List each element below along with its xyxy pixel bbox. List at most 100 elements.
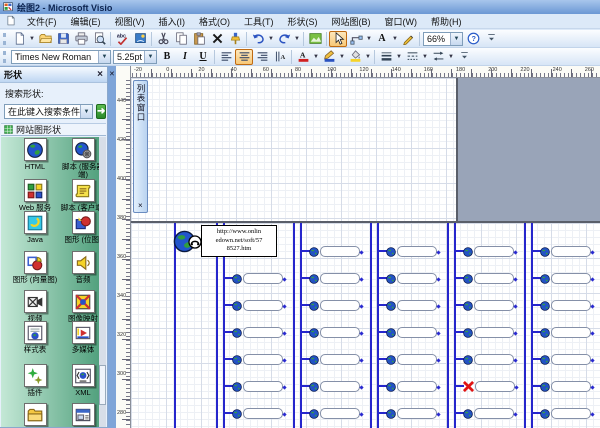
toolbar-options-button[interactable]	[482, 31, 500, 47]
stencil-shape-archive[interactable]: 存档	[11, 403, 59, 427]
page-node[interactable]	[309, 408, 360, 419]
spelling-button[interactable]: abc	[113, 31, 131, 47]
page-node[interactable]	[463, 408, 514, 419]
font-color-button-dropdown[interactable]: ▼	[312, 49, 320, 65]
underline-button[interactable]: U	[194, 49, 212, 65]
page-node[interactable]	[463, 327, 514, 338]
toolbar-grip[interactable]	[3, 51, 7, 63]
page-node[interactable]	[463, 273, 514, 284]
line-ends-button[interactable]	[429, 49, 447, 65]
line-color-button[interactable]	[320, 49, 338, 65]
bold-button[interactable]: B	[158, 49, 176, 65]
page-node[interactable]	[232, 273, 283, 284]
chevron-down-icon[interactable]: ▼	[98, 51, 110, 63]
stencil-shape-script-client[interactable]: 脚本 (客户端)	[59, 179, 99, 212]
page-node[interactable]	[386, 327, 437, 338]
search-go-button[interactable]: ➜	[96, 104, 106, 119]
research-button[interactable]	[131, 31, 149, 47]
close-icon[interactable]: ×	[97, 70, 103, 80]
align-center-button[interactable]	[235, 49, 253, 65]
stencil-shape-multimedia[interactable]: 多媒体	[59, 321, 99, 354]
line-pattern-button[interactable]	[403, 49, 421, 65]
menu-item[interactable]: 插入(I)	[152, 14, 193, 29]
zoom-combo[interactable]: 66%▼	[423, 32, 463, 46]
page-node[interactable]	[540, 327, 591, 338]
page-node[interactable]	[463, 354, 514, 365]
page-node[interactable]	[540, 408, 591, 419]
line-ends-button-dropdown[interactable]: ▼	[447, 49, 455, 65]
insert-picture-button[interactable]	[306, 31, 324, 47]
save-button[interactable]	[54, 31, 72, 47]
close-icon[interactable]: ✕	[109, 70, 115, 78]
page-node[interactable]	[463, 246, 514, 257]
page-node[interactable]	[309, 327, 360, 338]
page-node[interactable]	[309, 300, 360, 311]
delete-button[interactable]	[208, 31, 226, 47]
menu-item[interactable]: 窗口(W)	[378, 14, 425, 29]
broken-link-node[interactable]	[463, 381, 515, 392]
page-node[interactable]	[540, 381, 591, 392]
close-icon[interactable]: ×	[138, 201, 143, 210]
stencil-shape-web-service[interactable]: Web 服务	[11, 179, 59, 212]
print-button[interactable]	[72, 31, 90, 47]
font-size-combo[interactable]: 5.25pt▼	[113, 50, 157, 64]
toolbar-grip[interactable]	[3, 33, 7, 45]
italic-button[interactable]: I	[176, 49, 194, 65]
font-color-button[interactable]: A	[294, 49, 312, 65]
print-preview-button[interactable]	[90, 31, 108, 47]
shape-search-input[interactable]: 在此键入搜索条件 ▼	[4, 104, 93, 119]
page-node[interactable]	[386, 381, 437, 392]
open-button[interactable]	[36, 31, 54, 47]
menu-item[interactable]: 网站图(B)	[325, 14, 378, 29]
page-node[interactable]	[309, 273, 360, 284]
stencil-shape-xml[interactable]: XML	[59, 364, 99, 397]
menu-item[interactable]: 编辑(E)	[64, 14, 108, 29]
redo-button[interactable]	[275, 31, 293, 47]
menu-item[interactable]: 文件(F)	[20, 14, 64, 29]
page-upper-area[interactable]	[131, 78, 456, 221]
redo-button-dropdown[interactable]: ▼	[293, 31, 301, 47]
page-node[interactable]	[386, 273, 437, 284]
root-page-node[interactable]: http://www.onlinedown.net/soft/578527.ht…	[173, 225, 277, 257]
connector-tool-button-dropdown[interactable]: ▼	[365, 31, 373, 47]
page-node[interactable]	[540, 246, 591, 257]
page-node[interactable]	[232, 408, 283, 419]
paste-button[interactable]	[190, 31, 208, 47]
menu-item[interactable]: 视图(V)	[108, 14, 152, 29]
page-node[interactable]	[386, 354, 437, 365]
page-node[interactable]	[386, 246, 437, 257]
stencil-shape-java[interactable]: Java	[11, 211, 59, 244]
list-window-collapsed[interactable]: 列表窗口 ×	[133, 80, 148, 213]
stencil-shape-audio[interactable]: 音频	[59, 251, 99, 284]
toolbar-options-button-2[interactable]	[455, 49, 473, 65]
shapes-panel-header[interactable]: 形状 ×	[0, 67, 107, 83]
page-node[interactable]	[540, 354, 591, 365]
fill-color-button-dropdown[interactable]: ▼	[364, 49, 372, 65]
page-node[interactable]	[463, 300, 514, 311]
format-painter-button[interactable]	[226, 31, 244, 47]
text-tool-button-dropdown[interactable]: ▼	[391, 31, 399, 47]
stencil-shape-script-server[interactable]: 脚本 (服务器端)	[59, 138, 99, 179]
menu-item[interactable]: 形状(S)	[281, 14, 325, 29]
copy-button[interactable]	[172, 31, 190, 47]
page-node[interactable]	[232, 381, 283, 392]
align-left-button[interactable]	[217, 49, 235, 65]
stencil-shape-graphic-bitmap[interactable]: 图形 (位图)	[59, 211, 99, 244]
fill-color-button[interactable]	[346, 49, 364, 65]
line-weight-button-dropdown[interactable]: ▼	[395, 49, 403, 65]
scrollbar-thumb[interactable]	[99, 365, 106, 405]
line-pattern-button-dropdown[interactable]: ▼	[421, 49, 429, 65]
page-node[interactable]	[232, 300, 283, 311]
page-node[interactable]	[232, 354, 283, 365]
undo-button-dropdown[interactable]: ▼	[267, 31, 275, 47]
page-node[interactable]	[309, 246, 360, 257]
page-node[interactable]	[309, 354, 360, 365]
stencil-shape-video[interactable]: 视频	[11, 290, 59, 323]
align-right-button[interactable]	[253, 49, 271, 65]
chevron-down-icon[interactable]: ▼	[144, 51, 156, 63]
cut-button[interactable]	[154, 31, 172, 47]
new-document-button[interactable]	[10, 31, 28, 47]
page-node[interactable]	[386, 408, 437, 419]
chevron-down-icon[interactable]: ▼	[450, 33, 462, 45]
line-color-button-dropdown[interactable]: ▼	[338, 49, 346, 65]
